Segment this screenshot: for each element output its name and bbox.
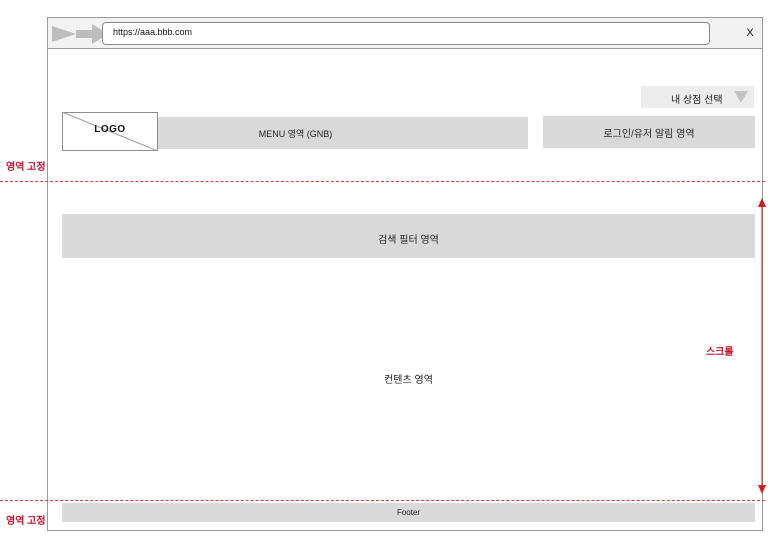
scroll-double-arrow-icon — [758, 198, 766, 494]
search-filter-label: 검색 필터 영역 — [378, 235, 439, 246]
login-notification-label: 로그인/유저 알림 영역 — [603, 129, 695, 140]
address-bar-url[interactable]: https://aaa.bbb.com — [113, 27, 192, 37]
fixed-area-bottom-note: 영역 고정 — [6, 516, 46, 527]
fixed-area-bottom-divider — [0, 500, 765, 501]
gnb-menu-label: MENU 영역 (GNB) — [258, 129, 333, 139]
address-bar[interactable] — [102, 22, 710, 45]
triangle-down-icon[interactable] — [734, 91, 748, 103]
content-area-label: 컨텐츠 영역 — [384, 375, 433, 386]
footer-label: Footer — [396, 508, 421, 517]
store-select-label[interactable]: 내 상점 선택 — [671, 91, 723, 106]
fixed-area-top-divider — [0, 181, 765, 182]
logo-text[interactable]: LOGO — [62, 124, 158, 135]
close-button[interactable]: X — [742, 24, 758, 42]
fixed-area-top-note: 영역 고정 — [6, 162, 46, 173]
scroll-note: 스크롤 — [706, 347, 734, 358]
